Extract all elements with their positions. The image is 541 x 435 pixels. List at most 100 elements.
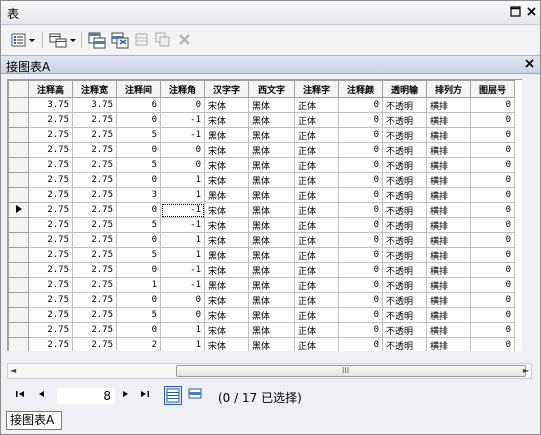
table-cell[interactable]: 黑体 <box>248 112 295 128</box>
table-cell[interactable]: 0 <box>116 112 161 128</box>
table-cell[interactable]: -1 <box>160 277 205 293</box>
table-cell[interactable]: 正体 <box>294 232 339 248</box>
table-cell[interactable]: 2.75 <box>72 277 117 293</box>
table-cell[interactable]: 1 <box>116 277 161 293</box>
table-cell[interactable]: 宋体 <box>204 112 249 128</box>
table-cell[interactable]: 0 <box>338 292 383 308</box>
table-cell[interactable]: 2.75 <box>28 112 73 128</box>
current-record-input[interactable]: 8 <box>57 388 115 404</box>
table-cell[interactable]: 横排 <box>426 247 471 263</box>
table-cell[interactable]: 0 <box>338 202 383 218</box>
table-cell[interactable]: 0 <box>116 202 161 218</box>
table-cell[interactable]: 2.75 <box>28 322 73 338</box>
table-cell[interactable]: 2.75 <box>72 262 117 278</box>
table-cell[interactable]: 2.75 <box>72 157 117 173</box>
table-cell[interactable]: 正体 <box>294 202 339 218</box>
table-row[interactable]: 2.75 2.75 0 -1 宋体 黑体 正体 0 不透明 横排 0 <box>8 262 515 278</box>
table-cell[interactable]: -1 <box>160 202 205 218</box>
table-cell[interactable]: 不透明 <box>382 172 427 188</box>
table-cell[interactable]: 黑体 <box>204 187 249 203</box>
table-row[interactable]: 2.75 2.75 0 1 宋体 黑体 正体 0 不透明 横排 0 <box>8 322 515 338</box>
table-cell[interactable]: 不透明 <box>382 217 427 233</box>
table-cell[interactable]: -1 <box>160 127 205 143</box>
table-row[interactable]: 2.75 2.75 1 -1 黑体 黑体 正体 0 不透明 横排 0 <box>8 277 515 293</box>
table-cell[interactable]: 0 <box>338 277 383 293</box>
table-cell[interactable]: 2.75 <box>72 217 117 233</box>
table-cell[interactable]: 黑体 <box>248 322 295 338</box>
table-cell[interactable]: 宋体 <box>204 307 249 323</box>
table-cell[interactable]: 0 <box>470 172 515 188</box>
table-cell[interactable]: 不透明 <box>382 232 427 248</box>
table-cell[interactable]: 2.75 <box>28 232 73 248</box>
table-cell[interactable]: 横排 <box>426 232 471 248</box>
table-cell[interactable]: 横排 <box>426 337 471 351</box>
maximize-button[interactable] <box>509 6 522 19</box>
table-cell[interactable]: 5 <box>116 127 161 143</box>
table-cell[interactable]: 0 <box>160 292 205 308</box>
table-cell[interactable]: 0 <box>338 307 383 323</box>
table-options-button[interactable] <box>9 31 37 49</box>
table-cell[interactable]: 2.75 <box>28 127 73 143</box>
table-cell[interactable]: 2.75 <box>72 292 117 308</box>
column-header[interactable]: 西文字 <box>248 80 295 98</box>
table-cell[interactable]: 1 <box>160 322 205 338</box>
column-header[interactable]: 注释字 <box>294 80 339 98</box>
table-cell[interactable]: 黑体 <box>204 127 249 143</box>
table-cell[interactable]: 0 <box>470 157 515 173</box>
table-cell[interactable]: 0 <box>338 142 383 158</box>
table-cell[interactable]: 不透明 <box>382 127 427 143</box>
table-cell[interactable]: 正体 <box>294 247 339 263</box>
row-selector[interactable] <box>8 337 29 351</box>
close-table-tab-button[interactable] <box>525 57 534 72</box>
scrollbar-thumb[interactable]: III <box>176 365 526 377</box>
table-cell[interactable]: 0 <box>470 292 515 308</box>
table-row[interactable]: 2.75 2.75 5 1 黑体 黑体 正体 0 不透明 横排 0 <box>8 247 515 263</box>
column-header[interactable]: 注释宽 <box>72 80 117 98</box>
table-row[interactable]: 2.75 2.75 5 -1 宋体 黑体 正体 0 不透明 横排 0 <box>8 217 515 233</box>
table-cell[interactable]: 0 <box>338 232 383 248</box>
table-cell[interactable]: 2.75 <box>28 337 73 351</box>
table-row[interactable]: 2.75 2.75 0 -1 宋体 黑体 正体 0 不透明 横排 0 <box>8 202 515 218</box>
table-cell[interactable]: -1 <box>160 262 205 278</box>
table-cell[interactable]: 2.75 <box>72 187 117 203</box>
table-cell[interactable]: 不透明 <box>382 247 427 263</box>
table-cell[interactable]: 2.75 <box>28 217 73 233</box>
scroll-left-arrow-icon[interactable]: ◄ <box>10 366 16 375</box>
table-cell[interactable]: 不透明 <box>382 277 427 293</box>
table-cell[interactable]: 黑体 <box>248 97 295 113</box>
table-cell[interactable]: 黑体 <box>248 217 295 233</box>
row-selector[interactable] <box>8 157 29 173</box>
table-cell[interactable]: 正体 <box>294 337 339 351</box>
table-cell[interactable]: 不透明 <box>382 322 427 338</box>
column-header[interactable]: 注释角 <box>160 80 205 98</box>
table-cell[interactable]: 0 <box>116 172 161 188</box>
table-cell[interactable]: 0 <box>470 277 515 293</box>
row-selector[interactable] <box>8 247 29 263</box>
table-cell[interactable]: 0 <box>338 217 383 233</box>
table-cell[interactable]: 不透明 <box>382 307 427 323</box>
table-cell[interactable]: 0 <box>470 247 515 263</box>
row-selector[interactable] <box>8 142 29 158</box>
table-cell[interactable]: 0 <box>470 337 515 351</box>
table-cell[interactable]: 2.75 <box>72 322 117 338</box>
table-cell[interactable]: 正体 <box>294 292 339 308</box>
table-row[interactable]: 2.75 2.75 0 1 宋体 黑体 正体 0 不透明 横排 0 <box>8 232 515 248</box>
table-cell[interactable]: 0 <box>116 142 161 158</box>
table-cell[interactable]: 0 <box>160 307 205 323</box>
table-cell[interactable]: 横排 <box>426 97 471 113</box>
table-cell[interactable]: 黑体 <box>248 307 295 323</box>
row-selector[interactable] <box>8 127 29 143</box>
table-cell[interactable]: 0 <box>338 127 383 143</box>
table-row[interactable]: 2.75 2.75 0 0 宋体 黑体 正体 0 不透明 横排 0 <box>8 142 515 158</box>
table-cell[interactable]: 宋体 <box>204 262 249 278</box>
table-cell[interactable]: 2.75 <box>72 112 117 128</box>
table-cell[interactable]: 0 <box>470 322 515 338</box>
table-cell[interactable]: 不透明 <box>382 202 427 218</box>
horizontal-scrollbar[interactable]: ◄ III ► <box>7 363 532 379</box>
table-cell[interactable]: 横排 <box>426 112 471 128</box>
table-cell[interactable]: 宋体 <box>204 337 249 351</box>
table-cell[interactable]: 0 <box>116 322 161 338</box>
zoom-to-selected-button[interactable] <box>154 31 172 49</box>
table-cell[interactable]: 横排 <box>426 262 471 278</box>
table-cell[interactable]: 宋体 <box>204 142 249 158</box>
